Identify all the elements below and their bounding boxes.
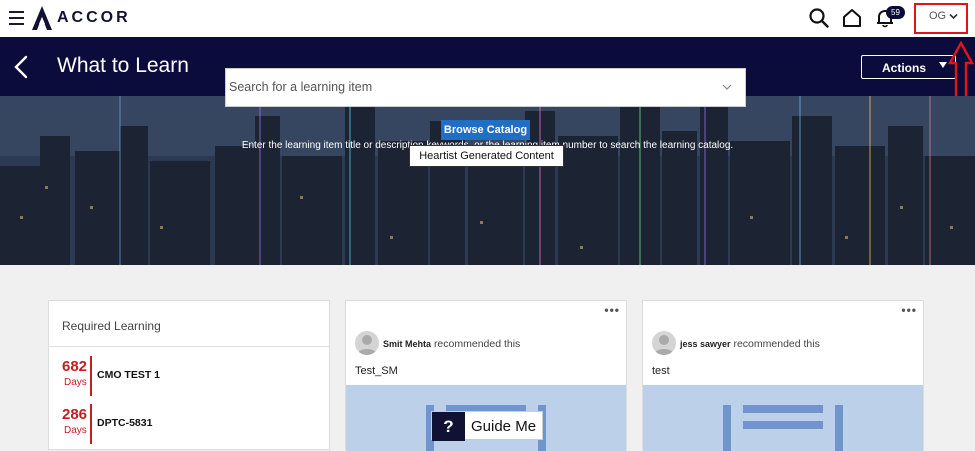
learning-item-name: CMO TEST 1 (97, 369, 161, 381)
search-icon[interactable] (808, 7, 830, 29)
course-thumbnail[interactable] (643, 385, 923, 451)
required-learning-card: Required Learning 682 Days CMO TEST 1 28… (48, 300, 330, 450)
days-label: Days (64, 425, 87, 436)
recommended-item-title[interactable]: Test_SM (355, 365, 398, 377)
recommender-name[interactable]: Smit Mehta (383, 339, 431, 349)
caret-down-icon (939, 62, 947, 68)
learning-item-name: DPTC-5831 (97, 417, 153, 429)
guide-me-button[interactable]: ? Guide Me (431, 411, 543, 441)
more-options-icon[interactable]: ••• (901, 303, 917, 317)
guide-me-label: Guide Me (471, 418, 537, 435)
avatar (652, 331, 676, 355)
help-question-icon: ? (432, 412, 465, 441)
recommendation-action: recommended this (733, 338, 820, 350)
course-placeholder-icon (723, 405, 843, 451)
required-learning-title: Required Learning (62, 319, 161, 333)
recommendation-line: Smit Mehta recommended this (383, 338, 520, 350)
required-learning-item[interactable]: 682 Days CMO TEST 1 (59, 356, 319, 398)
browse-catalog-button[interactable]: Browse Catalog (441, 120, 530, 140)
user-avatar-icon (654, 335, 674, 355)
home-icon[interactable] (841, 7, 863, 29)
required-learning-item[interactable]: 286 Days DPTC-5831 (59, 404, 319, 446)
up-arrow-annotation-icon (948, 41, 974, 103)
learning-search-input[interactable] (229, 80, 709, 94)
days-remaining: 682 (62, 358, 88, 375)
avatar (355, 331, 379, 355)
due-indicator-bar (90, 356, 92, 396)
divider (49, 346, 329, 347)
recommender-name[interactable]: jess sawyer (680, 339, 731, 349)
chevron-down-icon[interactable] (722, 83, 732, 91)
heartist-content-button[interactable]: Heartist Generated Content (409, 145, 564, 167)
logo-text: ACCOR (57, 9, 131, 26)
recommendation-line: jess sawyer recommended this (680, 338, 820, 350)
recommended-item-title[interactable]: test (652, 365, 670, 377)
recommendation-action: recommended this (433, 338, 521, 350)
days-label: Days (64, 377, 87, 388)
recommendation-card: ••• jess sawyer recommended this test (642, 300, 924, 451)
user-initials: OG (929, 10, 947, 22)
hamburger-menu-icon[interactable] (9, 11, 24, 25)
more-options-icon[interactable]: ••• (604, 303, 620, 317)
accor-logo-icon (32, 6, 52, 30)
chevron-down-icon (949, 13, 958, 19)
back-arrow-icon[interactable] (12, 54, 30, 80)
days-remaining: 286 (62, 406, 88, 423)
user-menu-button[interactable]: OG (929, 10, 958, 22)
due-indicator-bar (90, 404, 92, 444)
user-avatar-icon (357, 335, 377, 355)
notification-badge: 59 (886, 6, 905, 19)
page-title: What to Learn (57, 54, 189, 77)
top-bar: ACCOR 59 OG (0, 0, 975, 37)
